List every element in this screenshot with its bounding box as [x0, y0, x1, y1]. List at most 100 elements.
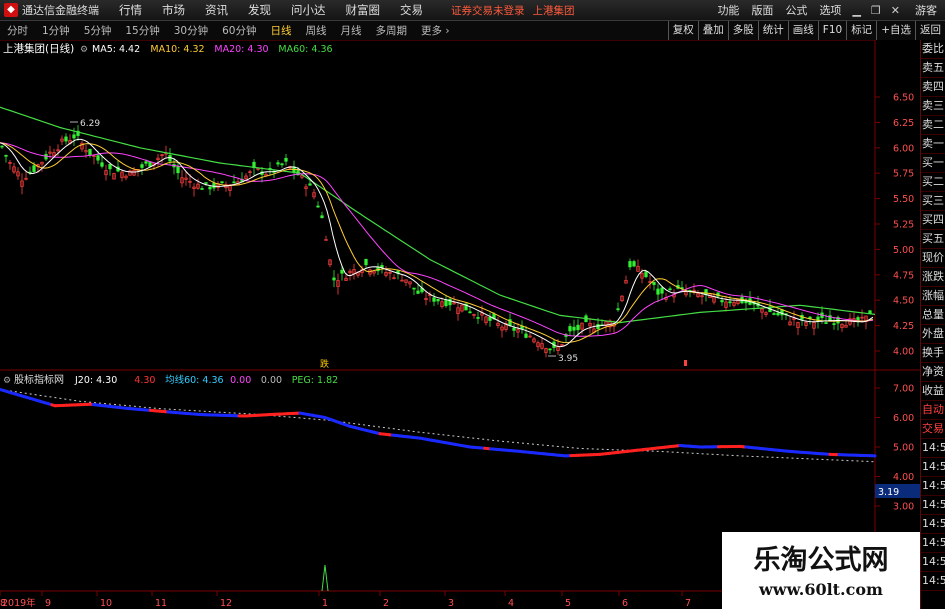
quote-label: 买一 — [921, 154, 945, 173]
close-icon[interactable]: ✕ — [891, 4, 900, 17]
indicator-settings-icon[interactable]: ⚙ — [3, 376, 11, 386]
f10-button[interactable]: F10 — [817, 21, 846, 40]
tab-monthly[interactable]: 月线 — [337, 23, 366, 38]
candle-body — [340, 269, 344, 274]
candle-body — [772, 313, 776, 315]
quote-label: 净资 — [921, 363, 945, 382]
tab-daily[interactable]: 日线 — [267, 23, 296, 38]
candle-body — [64, 136, 68, 142]
quote-label: 买二 — [921, 173, 945, 192]
indicator-legend-item: 0.00 — [230, 375, 251, 386]
candle-body — [524, 333, 528, 338]
menu-formula[interactable]: 公式 — [785, 2, 807, 18]
menu-discover[interactable]: 发现 — [248, 2, 271, 18]
candle-body — [436, 299, 440, 302]
y-tick-label: 4.75 — [893, 270, 914, 281]
trade-time: 14:50 — [921, 515, 945, 534]
draw-line-button[interactable]: 画线 — [787, 21, 818, 40]
candle-body — [320, 215, 324, 219]
candle-body — [332, 277, 336, 281]
stock-name-title: 上港集团 — [532, 4, 575, 17]
auto-trade-label[interactable]: 自动 — [921, 401, 945, 420]
tab-timeshare[interactable]: 分时 — [3, 23, 32, 38]
y-tick-label: 5.50 — [893, 194, 914, 205]
menu-options[interactable]: 选项 — [819, 2, 841, 18]
candle-body — [572, 326, 576, 331]
candle-body — [232, 181, 236, 184]
tab-more[interactable]: 更多 › — [417, 23, 454, 38]
tab-30min[interactable]: 30分钟 — [170, 23, 212, 38]
multi-stock-button[interactable]: 多股 — [727, 21, 758, 40]
candle-body — [88, 148, 92, 156]
menu-function[interactable]: 功能 — [717, 2, 739, 18]
tab-15min[interactable]: 15分钟 — [121, 23, 163, 38]
chart-area[interactable]: 上港集团(日线) ⚙ MA5: 4.42 MA10: 4.32 MA20: 4.30… — [0, 40, 920, 609]
candle-body — [204, 182, 208, 184]
candle-body — [476, 317, 480, 319]
candle-body — [652, 281, 656, 285]
quote-label: 买三 — [921, 192, 945, 211]
menu-layout[interactable]: 版面 — [751, 2, 773, 18]
candle-body — [824, 322, 828, 324]
y-tick-label: 5.00 — [893, 443, 914, 454]
y-tick-label: 6.25 — [893, 118, 914, 129]
quote-label: 涨幅 — [921, 287, 945, 306]
app-logo-icon: ◆ — [4, 3, 18, 17]
tab-1min[interactable]: 1分钟 — [38, 23, 74, 38]
candle-body — [220, 181, 224, 184]
tab-60min[interactable]: 60分钟 — [218, 23, 260, 38]
minimize-icon[interactable]: ▁ — [852, 4, 860, 17]
candle-body — [668, 288, 672, 291]
indicator-legend-item: 均线60: 4.36 — [165, 374, 223, 386]
tab-more-label: 更多 — [421, 25, 442, 37]
candle-body — [660, 287, 664, 294]
y-tick-label: 3.00 — [893, 502, 914, 513]
candle-body — [276, 162, 280, 165]
candle-body — [488, 316, 492, 321]
tab-multi-period[interactable]: 多周期 — [372, 23, 412, 38]
current-value-label: 3.19 — [878, 487, 899, 498]
trade-time: 14:50 — [921, 572, 945, 591]
restore-icon[interactable]: ❐ — [871, 4, 881, 17]
candle-body — [316, 205, 320, 208]
x-tick-label: 3 — [448, 598, 454, 609]
overlay-button[interactable]: 叠加 — [697, 21, 728, 40]
guest-label[interactable]: 游客 — [915, 2, 937, 18]
add-watchlist-button[interactable]: +自选 — [876, 21, 915, 40]
quote-label-list: 委比 卖五 卖四 卖三 卖二 卖一 买一 买二 买三 买四 买五 现价 涨跌 涨幅 总量 外盘 换手 净资 收益 — [921, 40, 945, 401]
tab-5min[interactable]: 5分钟 — [80, 23, 116, 38]
statistics-button[interactable]: 统计 — [757, 21, 788, 40]
candle-body — [720, 300, 724, 303]
signal-marker-label: 跌 — [320, 359, 329, 370]
tab-weekly[interactable]: 周线 — [302, 23, 331, 38]
x-tick-label: 1 — [322, 598, 328, 609]
menu-quotes[interactable]: 行情 — [119, 2, 142, 18]
indicator-legend-item: 4.30 — [134, 375, 155, 386]
y-tick-label: 4.00 — [893, 472, 914, 483]
back-button[interactable]: 返回 — [915, 21, 945, 40]
x-tick-label: 6 — [622, 598, 628, 609]
mark-button[interactable]: 标记 — [846, 21, 876, 40]
settings-gear-icon[interactable]: ⚙ — [80, 45, 88, 55]
candle-body — [144, 161, 148, 164]
x-tick-label: 5 — [565, 598, 571, 609]
signal-marker-small — [684, 360, 687, 366]
candle-body — [284, 157, 288, 162]
menu-market[interactable]: 市场 — [162, 2, 185, 18]
candle-body — [776, 312, 780, 316]
candle-body — [444, 299, 448, 307]
watermark-url: www.60lt.com — [759, 580, 883, 599]
candle-body — [628, 261, 632, 268]
watermark: 乐淘公式网 www.60lt.com — [722, 532, 920, 609]
candle-body — [200, 188, 204, 190]
x-tick-label: 12 — [220, 598, 232, 609]
candle-body — [548, 348, 552, 351]
trade-label[interactable]: 交易 — [921, 420, 945, 439]
adjust-button[interactable]: 复权 — [667, 21, 698, 40]
menu-wealth-circle[interactable]: 财富圈 — [346, 2, 381, 18]
menu-ask-xiaoda[interactable]: 问小达 — [291, 2, 326, 18]
indicator-legend-item: 0.00 — [261, 375, 282, 386]
login-warning[interactable]: 证券交易未登录 — [451, 3, 525, 18]
menu-trade[interactable]: 交易 — [400, 2, 423, 18]
menu-news[interactable]: 资讯 — [205, 2, 228, 18]
